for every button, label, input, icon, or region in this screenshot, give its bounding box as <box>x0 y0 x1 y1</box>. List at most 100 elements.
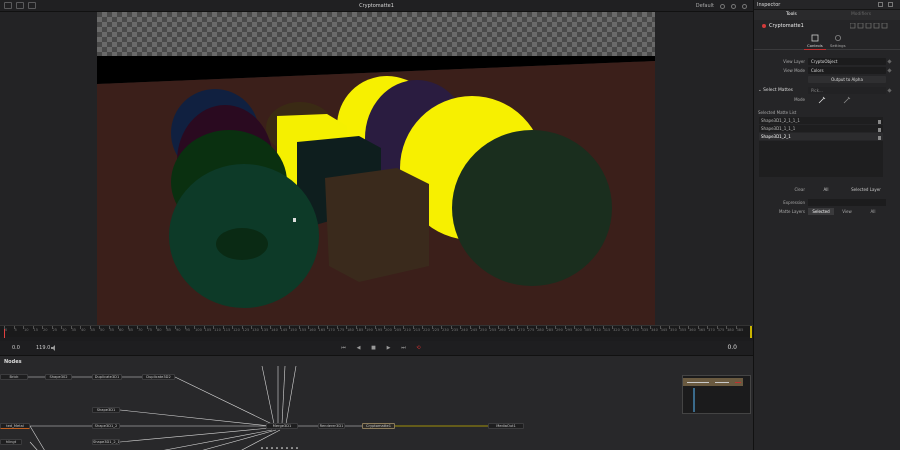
tool-header-icons[interactable] <box>850 23 898 29</box>
ruler-tick-label: 220 <box>423 328 430 332</box>
settings-icon[interactable] <box>731 3 736 9</box>
node-duplicate3d2[interactable]: Duplicate3D2 <box>142 374 175 380</box>
node-renderer3d1[interactable]: Renderer3D1 <box>318 423 345 429</box>
settings-icon[interactable] <box>834 34 842 42</box>
list-item[interactable]: Shape3D1_2_1 <box>759 133 883 141</box>
node-minimap[interactable] <box>682 375 751 414</box>
view-mode-row: View Mode Colors <box>754 67 900 75</box>
last-frame-icon[interactable]: ⏭ <box>400 344 407 351</box>
torus-hole <box>216 228 268 260</box>
mouse-cursor-icon <box>293 218 296 222</box>
ruler-tick-label: 165 <box>318 328 326 332</box>
tool-color-icon[interactable] <box>762 24 766 28</box>
node-shape3d1-2[interactable]: Shape3D1_2 <box>92 423 120 429</box>
node-cryptomatte1[interactable]: Cryptomatte1 <box>362 423 395 429</box>
node-mediaout1[interactable]: MediaOut1 <box>488 423 524 429</box>
output-to-alpha-toggle[interactable]: Output to Alpha <box>808 76 886 83</box>
first-frame-icon[interactable]: ⏮ <box>340 344 347 351</box>
selected-matte-list[interactable]: Shape3D1_2_1_1_1 Shape3D1_1_1_1 Shape3D1… <box>759 117 883 177</box>
render-end-marker[interactable] <box>750 326 752 338</box>
ruler-tick-label: 230 <box>442 328 449 332</box>
ruler-tick-label: 95 <box>185 328 191 332</box>
play-icon[interactable]: ▶ <box>385 344 392 351</box>
ruler-tick-label: 65 <box>128 328 134 332</box>
controls-icon[interactable] <box>811 34 819 42</box>
stop-icon[interactable]: ■ <box>370 344 377 351</box>
clear-row: Clear All Selected Layer <box>754 186 900 194</box>
subtab-controls[interactable]: Controls <box>807 43 823 48</box>
ruler-tick-label: 45 <box>90 328 96 332</box>
speaker-icon[interactable] <box>51 345 57 351</box>
keyframe-icon[interactable] <box>887 88 892 93</box>
transparency-checker <box>97 12 655 56</box>
node-shape3d1-2-1[interactable]: Shape3D1_2_1 <box>92 439 120 445</box>
matte-layers-all[interactable]: All <box>860 208 886 215</box>
node-ted-metal[interactable]: ted_Metal <box>0 423 30 429</box>
node-brick[interactable]: Brick <box>0 374 28 380</box>
nodes-panel[interactable]: Nodes Brick Shape302 Duplicate3D1 Duplic… <box>0 355 753 450</box>
expression-field[interactable] <box>808 199 886 206</box>
list-item[interactable]: Shape3D1_2_1_1_1 <box>759 117 883 125</box>
trash-icon[interactable] <box>878 120 881 124</box>
view-mode-label: View Mode <box>783 68 805 73</box>
maximize-icon[interactable] <box>878 2 883 7</box>
view-layer-label: View Layer <box>783 59 805 64</box>
node-duplicate3d1[interactable]: Duplicate3D1 <box>92 374 122 380</box>
clear-label: Clear <box>794 187 805 192</box>
view-mode-dropdown[interactable]: Colors <box>808 67 886 74</box>
matte-layers-selected[interactable]: Selected <box>808 208 834 215</box>
options-icon[interactable] <box>720 3 725 9</box>
clear-all-button[interactable]: All <box>808 186 844 193</box>
play-reverse-icon[interactable]: ◀ <box>355 344 362 351</box>
keyframe-icon[interactable] <box>887 59 892 64</box>
tool-name[interactable]: Cryptomatte1 <box>769 23 804 29</box>
tab-tools[interactable]: Tools <box>786 12 797 17</box>
transport-bar: 0.0 119.0 ⏮ ◀ ■ ▶ ⏭ ⟲ 0.0 <box>0 341 753 355</box>
add-picker-icon[interactable] <box>818 96 826 104</box>
select-mattes-row: Pick... <box>754 87 900 95</box>
global-start-time[interactable]: 0.0 <box>12 345 20 351</box>
more-icon[interactable] <box>742 3 747 9</box>
remove-picker-icon[interactable] <box>843 96 851 104</box>
ruler-tick-label: 130 <box>252 328 259 332</box>
trash-icon[interactable] <box>878 136 881 140</box>
global-end-time[interactable]: 119.0 <box>36 345 50 351</box>
ruler-tick-label: 315 <box>603 328 611 332</box>
subtab-settings[interactable]: Settings <box>830 43 846 48</box>
view-mode-dropdown[interactable]: Default <box>696 3 714 9</box>
loop-icon[interactable]: ⟲ <box>415 344 422 351</box>
node-hlingt[interactable]: hlingt <box>0 439 22 445</box>
ruler-tick-label: 335 <box>641 328 649 332</box>
view-layer-dropdown[interactable]: CryptoObject <box>808 58 886 65</box>
clear-selected-layer-button[interactable]: Selected Layer <box>846 186 886 193</box>
ruler-tick-label: 80 <box>157 328 162 332</box>
viewer[interactable] <box>0 12 753 325</box>
time-ruler[interactable]: 0 5 10 15 20 25 30 35 40 45 50 55 60 65 70 75 80 85 90 95 10… <box>0 325 753 338</box>
matte-layers-view[interactable]: View <box>834 208 860 215</box>
expression-label: Expression <box>783 200 805 205</box>
select-mattes-picker[interactable]: Pick... <box>808 87 886 94</box>
ruler-tick-label: 325 <box>622 328 630 332</box>
ruler-tick-label: 140 <box>271 328 278 332</box>
node-shape3d1[interactable]: Shape3D1 <box>92 407 120 413</box>
tab-modifiers[interactable]: Modifiers <box>851 12 871 17</box>
keyframe-icon[interactable] <box>887 68 892 73</box>
trash-icon[interactable] <box>878 128 881 132</box>
ruler-tick-label: 260 <box>499 328 506 332</box>
ruler-tick-label: 5 <box>14 328 17 332</box>
node-shape302[interactable]: Shape302 <box>45 374 72 380</box>
inspector-title: Inspector <box>757 2 781 8</box>
panel-options-icon[interactable] <box>888 2 893 7</box>
ruler-tick-label: 185 <box>356 328 364 332</box>
ruler-tick-label: 55 <box>109 328 115 332</box>
ruler-tick-label: 90 <box>176 328 181 332</box>
viewer-title: Cryptomatte1 <box>359 3 394 9</box>
ruler-tick-label: 50 <box>100 328 105 332</box>
ruler-tick-label: 345 <box>660 328 668 332</box>
ruler-tick-label: 375 <box>717 328 725 332</box>
ruler-tick-label: 300 <box>575 328 582 332</box>
ruler-tick-label: 115 <box>223 328 231 332</box>
node-merge3d1[interactable]: Merge3D1 <box>266 423 298 429</box>
list-item[interactable]: Shape3D1_1_1_1 <box>759 125 883 133</box>
current-time[interactable]: 0.0 <box>727 344 737 351</box>
